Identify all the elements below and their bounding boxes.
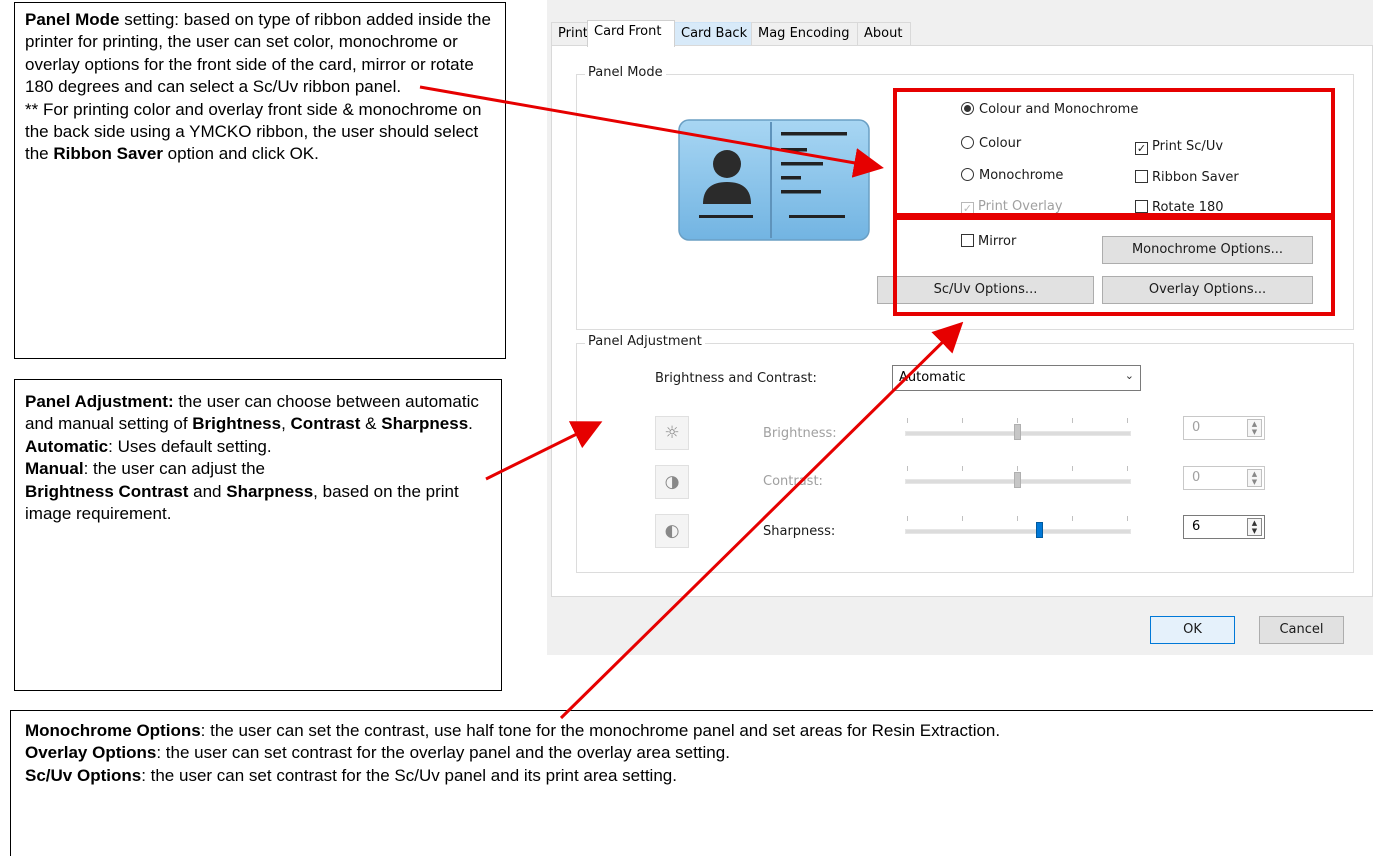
arrow-panel-adjustment — [485, 421, 603, 481]
arrow-panel-mode — [419, 85, 884, 178]
tab-card-front[interactable]: Card Front — [587, 20, 675, 47]
arrow-options — [559, 321, 964, 720]
annotation-arrows — [419, 85, 964, 720]
